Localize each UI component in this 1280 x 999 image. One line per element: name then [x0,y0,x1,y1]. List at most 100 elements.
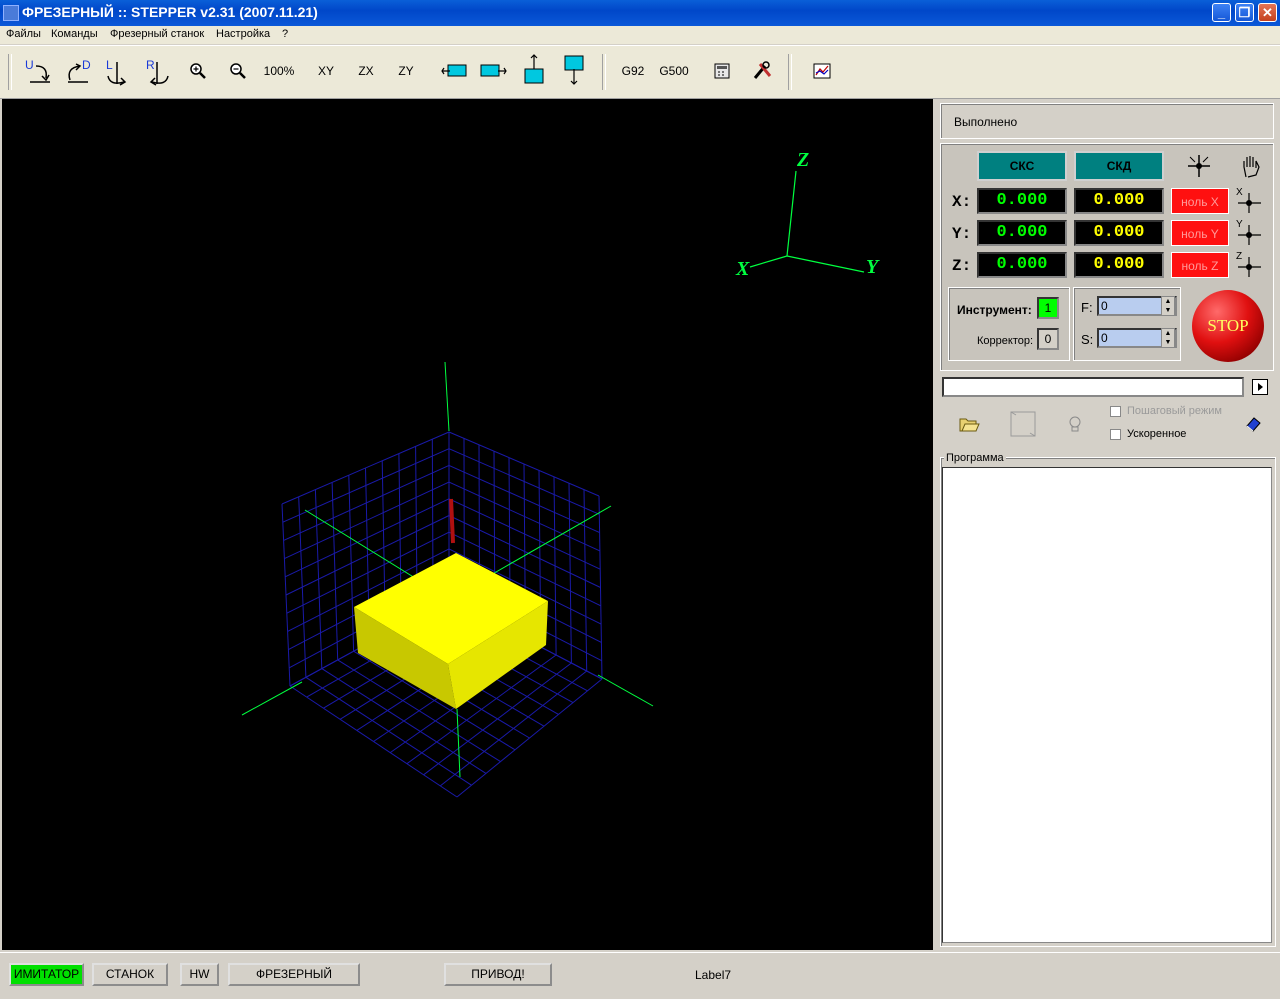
rotate-down-button[interactable]: D [62,56,96,86]
accelerated-checkbox[interactable] [1110,429,1121,440]
instrument-label: Инструмент: [957,303,1032,317]
svg-text:D: D [82,58,91,72]
move-up-button[interactable] [520,56,548,86]
zero-y-button[interactable]: ноль Y [1171,220,1229,246]
instrument-value[interactable]: 1 [1037,297,1059,319]
step-mode-label: Пошаговый режим [1127,405,1222,417]
toolbar-separator [602,54,606,90]
z-skd-display: 0.000 [1074,252,1164,278]
tools-button[interactable] [750,56,774,86]
speed-label: S: [1081,332,1093,347]
toolbar-grip [8,54,12,90]
move-down-button[interactable] [560,56,588,86]
accelerated-label: Ускоренное [1127,428,1186,440]
feed-label: F: [1081,300,1093,315]
x-axis-line-neg [242,682,302,715]
view-zx-button[interactable]: ZX [352,56,380,86]
move-left-button[interactable] [440,56,470,86]
title-bar[interactable]: ФРЕЗЕРНЫЙ :: STEPPER v2.31 (2007.11.21) … [0,0,1280,26]
axis-y-label: Y [866,256,880,278]
graph-icon [810,56,834,86]
step-mode-checkbox[interactable] [1110,406,1121,417]
menu-commands[interactable]: Команды [51,28,98,40]
workpiece [354,553,548,709]
toolbar: U D L R [0,45,1280,99]
y-sks-display: 0.000 [977,220,1067,246]
privod-button[interactable]: ПРИВОД! [444,963,552,986]
minimize-button[interactable]: _ [1212,3,1231,22]
eraser-icon[interactable] [1244,415,1264,433]
bulb-icon[interactable] [1064,413,1086,435]
menu-milling-machine[interactable]: Фрезерный станок [110,28,204,40]
g500-button[interactable]: G500 [654,56,694,86]
menu-settings[interactable]: Настройка [216,28,270,40]
axis-x-label: X [735,258,750,280]
probe-x-icon[interactable]: X [1234,185,1264,215]
probe-y-icon[interactable]: Y [1234,217,1264,247]
rotate-right-button[interactable]: R [142,56,176,86]
command-input[interactable] [942,377,1244,397]
status-bar: ИМИТАТОР СТАНОК HW ФРЕЗЕРНЫЙ ПРИВОД! Lab… [0,952,1280,999]
svg-text:R: R [146,58,155,72]
rotate-left-button[interactable]: L [102,56,136,86]
y-skd-display: 0.000 [1074,220,1164,246]
zoom-100-button[interactable]: 100% [260,56,298,86]
menu-bar: Файлы Команды Фрезерный станок Настройка… [0,26,1280,44]
sks-button[interactable]: СКС [977,151,1067,181]
stop-button[interactable]: STOP [1192,290,1264,362]
rotate-up-icon: U [22,56,56,88]
control-panel: Выполнено СКС СКД X: 0.000 0.000 ноль X … [936,99,1280,950]
close-button[interactable]: ✕ [1258,3,1277,22]
zoom-out-button[interactable] [226,56,250,86]
maximize-button[interactable]: ❐ [1235,3,1254,22]
feed-spinner-arrows[interactable]: ▲▼ [1161,296,1175,316]
axis-triad: Z X Y [735,149,880,280]
axis-x-row-label: X: [952,193,971,211]
probe-z-icon[interactable]: Z [1234,249,1264,279]
wall-grid-line [284,465,449,540]
hw-button[interactable]: HW [180,963,219,986]
move-up-icon [520,53,548,87]
speed-spinner-arrows[interactable]: ▲▼ [1161,328,1175,348]
svg-text:Y: Y [1236,219,1243,230]
zero-z-button[interactable]: ноль Z [1171,252,1229,278]
tools-icon [750,56,774,86]
corrector-value[interactable]: 0 [1037,328,1059,350]
frezerny-button[interactable]: ФРЕЗЕРНЫЙ [228,963,360,986]
3d-view-canvas[interactable]: Z X Y [2,99,933,950]
app-icon[interactable] [3,5,19,21]
zoom-in-button[interactable] [186,56,210,86]
view-xy-button[interactable]: XY [312,56,340,86]
skd-button[interactable]: СКД [1074,151,1164,181]
zero-x-button[interactable]: ноль X [1171,188,1229,214]
status-text: Выполнено [954,115,1017,129]
x-skd-display: 0.000 [1074,188,1164,214]
corrector-label: Корректор: [977,335,1033,347]
target-icon[interactable] [1186,153,1212,179]
rotate-right-icon: R [142,56,176,88]
menu-help[interactable]: ? [282,28,288,40]
svg-text:L: L [106,58,113,72]
move-down-icon [560,53,588,87]
open-file-icon[interactable] [958,413,980,435]
cutting-tool [451,499,453,543]
menu-files[interactable]: Файлы [6,28,41,40]
graph-button[interactable] [810,56,834,86]
hand-icon[interactable] [1238,153,1264,179]
execute-command-button[interactable] [1252,379,1268,395]
program-listing[interactable] [942,467,1272,943]
floor-grid-line [457,679,602,797]
rotate-up-button[interactable]: U [22,56,56,86]
calculator-button[interactable] [710,56,734,86]
z-sks-display: 0.000 [977,252,1067,278]
stanok-button[interactable]: СТАНОК [92,963,168,986]
x-sks-display: 0.000 [977,188,1067,214]
g92-button[interactable]: G92 [616,56,650,86]
imitator-button[interactable]: ИМИТАТОР [9,963,84,986]
cycle-icon[interactable] [1008,409,1038,439]
move-right-button[interactable] [478,56,508,86]
zoom-in-icon [186,56,210,86]
svg-text:Z: Z [1236,251,1242,262]
view-zy-button[interactable]: ZY [392,56,420,86]
program-label: Программа [944,452,1006,464]
